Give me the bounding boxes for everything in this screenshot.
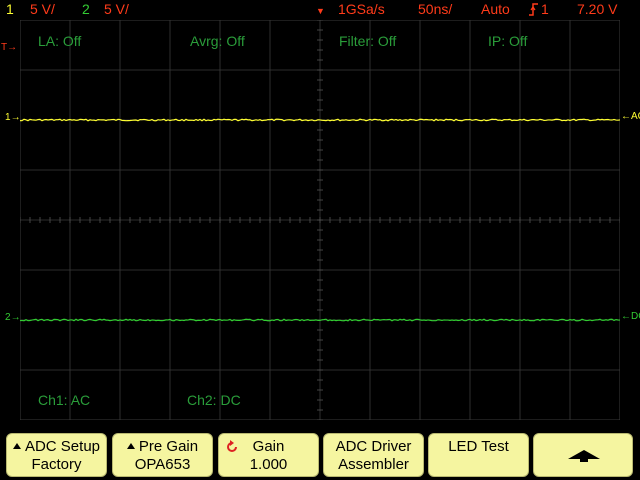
ch2-ground-marker[interactable]: 2→ xyxy=(5,313,21,323)
avrg-status: Avrg: Off xyxy=(190,33,245,49)
ch2-scale[interactable]: 5 V/ xyxy=(104,0,129,18)
sample-rate: 1GSa/s xyxy=(338,1,385,17)
ch1-coupling-marker: ←AC xyxy=(621,111,640,122)
softkey-bar: ADC Setup Factory Pre Gain OPA653 Gain 1… xyxy=(0,430,640,480)
gain-button[interactable]: Gain 1.000 xyxy=(218,433,319,477)
ch1-coupling: Ch1: AC xyxy=(38,392,91,408)
graticule xyxy=(20,20,620,420)
status-bar: 1 5 V/ 2 5 V/ 1GSa/s 50ns/ Auto 1 7.20 V… xyxy=(0,0,640,18)
timebase[interactable]: 50ns/ xyxy=(418,0,452,18)
trigger-mode[interactable]: Auto xyxy=(481,0,510,18)
ch2-number: 2 xyxy=(82,1,90,17)
la-status: LA: Off xyxy=(38,33,82,49)
pre-gain-button[interactable]: Pre Gain OPA653 xyxy=(112,433,213,477)
ch1-ground-marker[interactable]: 1→ xyxy=(5,113,21,123)
menu-up-button[interactable] xyxy=(533,433,633,477)
led-test-button[interactable]: LED Test xyxy=(428,433,529,477)
trigger-level[interactable]: 7.20 V xyxy=(577,0,617,18)
rotate-knob-icon xyxy=(227,440,237,452)
up-arrow-icon xyxy=(568,450,600,462)
waveform-display[interactable]: LA: Off Avrg: Off Filter: Off IP: Off Ch… xyxy=(20,20,620,420)
triangle-up-icon xyxy=(126,443,135,449)
ch1-scale[interactable]: 5 V/ xyxy=(30,0,55,18)
adc-setup-button[interactable]: ADC Setup Factory xyxy=(6,433,107,477)
adc-driver-button[interactable]: ADC Driver Assembler xyxy=(323,433,424,477)
ch1-number: 1 xyxy=(6,1,14,17)
ch2-coupling: Ch2: DC xyxy=(187,392,241,408)
ch2-coupling-marker: ←DC xyxy=(621,311,640,322)
triangle-up-icon xyxy=(12,443,21,449)
trigger-source: 1 xyxy=(541,1,549,17)
trigger-edge-icon xyxy=(529,0,539,18)
filter-status: Filter: Off xyxy=(339,33,397,49)
ip-status: IP: Off xyxy=(488,33,528,49)
trigger-level-marker[interactable]: T→ xyxy=(1,43,17,53)
trigger-position-icon: ▼ xyxy=(316,6,325,16)
